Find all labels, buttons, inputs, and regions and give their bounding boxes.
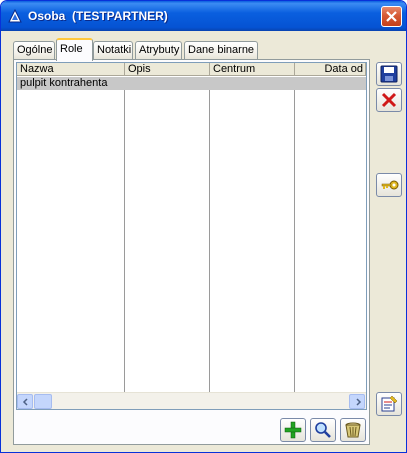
horizontal-scrollbar[interactable] bbox=[17, 392, 366, 409]
chevron-right-icon bbox=[356, 398, 362, 406]
tab-ogolne[interactable]: Ogólne bbox=[13, 41, 55, 60]
search-icon bbox=[315, 422, 331, 438]
column-header-data-od[interactable]: Data od bbox=[295, 63, 366, 76]
column-divider bbox=[209, 77, 210, 395]
keys-button[interactable] bbox=[376, 173, 402, 197]
tab-notatki[interactable]: Notatki bbox=[93, 41, 133, 60]
tab-label: Atrybuty bbox=[139, 44, 180, 56]
title-bar[interactable]: Osoba (TESTPARTNER) bbox=[1, 1, 406, 31]
add-icon bbox=[284, 421, 302, 439]
column-divider bbox=[294, 77, 295, 395]
save-icon bbox=[380, 65, 398, 83]
column-header-opis[interactable]: Opis bbox=[125, 63, 210, 76]
close-icon bbox=[386, 11, 397, 22]
tab-label: Dane binarne bbox=[188, 44, 255, 56]
cancel-button[interactable] bbox=[376, 88, 402, 112]
cancel-icon bbox=[381, 92, 397, 108]
delete-basket-icon bbox=[345, 422, 361, 438]
notes-button[interactable] bbox=[376, 392, 402, 416]
tab-dane-binarne[interactable]: Dane binarne bbox=[184, 41, 258, 60]
tab-role[interactable]: Role bbox=[56, 38, 93, 61]
search-button[interactable] bbox=[310, 418, 336, 442]
cell-opis bbox=[125, 77, 209, 90]
window: Osoba (TESTPARTNER) Ogólne Role Notatki … bbox=[0, 0, 407, 453]
add-button[interactable] bbox=[280, 418, 306, 442]
grid-header: Nazwa Opis Centrum Data od bbox=[17, 63, 366, 76]
chevron-left-icon bbox=[22, 398, 28, 406]
tab-label: Notatki bbox=[97, 44, 132, 56]
cell-centrum bbox=[210, 77, 294, 90]
keys-icon bbox=[381, 180, 399, 190]
window-title: Osoba (TESTPARTNER) bbox=[28, 9, 168, 23]
table-row[interactable]: pulpit kontrahenta bbox=[17, 77, 366, 90]
roles-grid[interactable]: Nazwa Opis Centrum Data od pulpit kontra… bbox=[16, 62, 367, 410]
app-logo-icon bbox=[8, 8, 22, 23]
tab-atrybuty[interactable]: Atrybuty bbox=[135, 41, 182, 60]
cell-nazwa: pulpit kontrahenta bbox=[20, 77, 108, 89]
notes-icon bbox=[381, 395, 398, 412]
tab-label: Ogólne bbox=[17, 44, 53, 56]
scroll-right-button[interactable] bbox=[349, 394, 365, 409]
cell-data-od bbox=[295, 77, 366, 90]
delete-button[interactable] bbox=[340, 418, 366, 442]
column-header-nazwa[interactable]: Nazwa bbox=[17, 63, 125, 76]
tab-label: Role bbox=[60, 43, 83, 55]
save-button[interactable] bbox=[376, 62, 402, 86]
column-header-centrum[interactable]: Centrum bbox=[210, 63, 295, 76]
close-button[interactable] bbox=[381, 6, 402, 27]
scroll-thumb[interactable] bbox=[34, 394, 52, 409]
scroll-left-button[interactable] bbox=[17, 394, 33, 409]
column-divider bbox=[124, 77, 125, 395]
